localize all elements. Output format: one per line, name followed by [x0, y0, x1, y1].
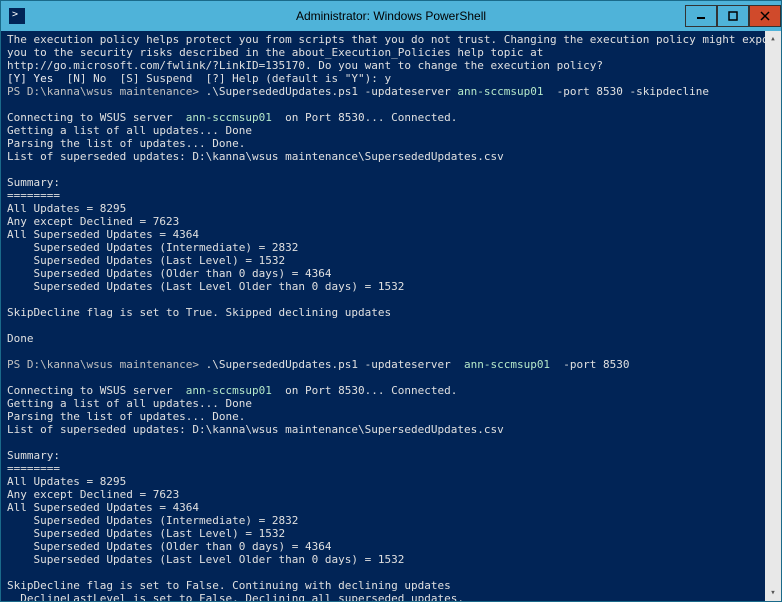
line: All Updates = 8295: [7, 202, 126, 215]
ps-prompt: PS D:\kanna\wsus maintenance>: [7, 358, 199, 371]
minimize-icon: [696, 11, 706, 21]
line: Connecting to WSUS server: [7, 384, 179, 397]
summary-divider: ========: [7, 462, 60, 475]
line: All Superseded Updates = 4364: [7, 228, 199, 241]
server-name: ann-sccmsup01: [457, 358, 556, 371]
console-area[interactable]: The execution policy helps protect you f…: [1, 31, 781, 601]
line: Superseded Updates (Older than 0 days) =…: [7, 540, 332, 553]
line: List of superseded updates: D:\kanna\wsu…: [7, 423, 504, 436]
ps-prompt: PS D:\kanna\wsus maintenance>: [7, 85, 199, 98]
line: Connecting to WSUS server: [7, 111, 179, 124]
cmd-text: .\SupersededUpdates.ps1 -updateserver: [199, 358, 457, 371]
line: All Updates = 8295: [7, 475, 126, 488]
prompt-choice-yes: [Y] Yes: [7, 72, 53, 85]
line: All Superseded Updates = 4364: [7, 501, 199, 514]
line: Superseded Updates (Intermediate) = 2832: [7, 241, 298, 254]
scroll-track[interactable]: [765, 47, 781, 585]
line: Superseded Updates (Last Level) = 1532: [7, 527, 285, 540]
powershell-icon: [9, 8, 25, 24]
line: List of superseded updates: D:\kanna\wsu…: [7, 150, 504, 163]
line: Superseded Updates (Last Level Older tha…: [7, 280, 404, 293]
line: Superseded Updates (Last Level Older tha…: [7, 553, 404, 566]
window-controls: [685, 5, 781, 27]
line: Done: [7, 332, 34, 345]
line: on Port 8530... Connected.: [279, 384, 458, 397]
cmd-text: -port 8530 -skipdecline: [543, 85, 709, 98]
line: Getting a list of all updates... Done: [7, 124, 252, 137]
scroll-down-button[interactable]: ▾: [765, 585, 781, 601]
console-output: The execution policy helps protect you f…: [7, 33, 761, 601]
server-name: ann-sccmsup01: [179, 111, 278, 124]
scrollbar[interactable]: ▴ ▾: [765, 31, 781, 601]
line: The execution policy helps protect you f…: [7, 33, 781, 46]
summary-header: Summary:: [7, 449, 60, 462]
close-icon: [760, 11, 770, 21]
server-name: ann-sccmsup01: [457, 85, 543, 98]
line: on Port 8530... Connected.: [279, 111, 458, 124]
close-button[interactable]: [749, 5, 781, 27]
server-name: ann-sccmsup01: [179, 384, 278, 397]
line: Superseded Updates (Intermediate) = 2832: [7, 514, 298, 527]
line: Parsing the list of updates... Done.: [7, 410, 245, 423]
line: Superseded Updates (Last Level) = 1532: [7, 254, 285, 267]
scroll-up-button[interactable]: ▴: [765, 31, 781, 47]
prompt-choice-rest: [N] No [S] Suspend [?] Help (default is …: [53, 72, 391, 85]
line: Getting a list of all updates... Done: [7, 397, 252, 410]
summary-divider: ========: [7, 189, 60, 202]
line: DeclineLastLevel is set to False. Declin…: [7, 592, 464, 601]
summary-header: Summary:: [7, 176, 60, 189]
line: Any except Declined = 7623: [7, 215, 179, 228]
powershell-window: Administrator: Windows PowerShell The ex…: [0, 0, 782, 602]
titlebar[interactable]: Administrator: Windows PowerShell: [1, 1, 781, 31]
maximize-button[interactable]: [717, 5, 749, 27]
line: Superseded Updates (Older than 0 days) =…: [7, 267, 332, 280]
line: Parsing the list of updates... Done.: [7, 137, 245, 150]
minimize-button[interactable]: [685, 5, 717, 27]
window-title: Administrator: Windows PowerShell: [296, 9, 486, 23]
line: http://go.microsoft.com/fwlink/?LinkID=1…: [7, 59, 603, 72]
line: SkipDecline flag is set to False. Contin…: [7, 579, 451, 592]
maximize-icon: [728, 11, 738, 21]
line: Any except Declined = 7623: [7, 488, 179, 501]
cmd-text: -port 8530: [557, 358, 630, 371]
cmd-text: .\SupersededUpdates.ps1 -updateserver: [199, 85, 457, 98]
line: SkipDecline flag is set to True. Skipped…: [7, 306, 391, 319]
line: you to the security risks described in t…: [7, 46, 543, 59]
